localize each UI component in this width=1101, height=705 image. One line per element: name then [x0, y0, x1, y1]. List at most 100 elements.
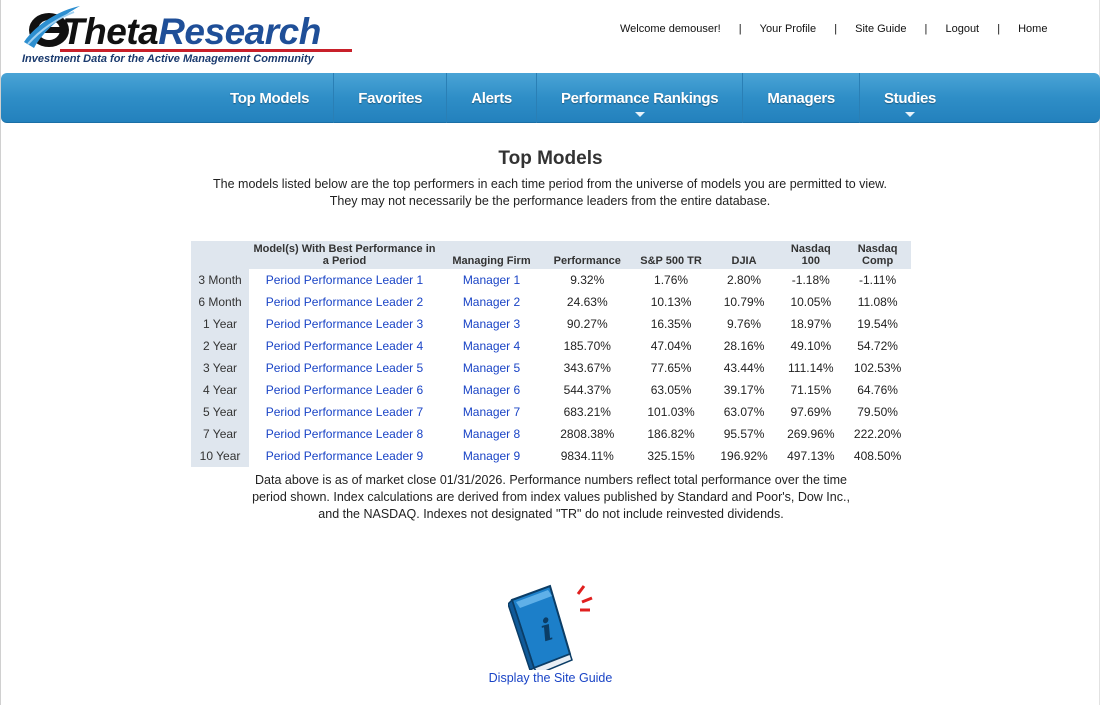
firm-cell: Manager 1 [440, 269, 543, 291]
model-cell: Period Performance Leader 3 [249, 313, 440, 335]
table-row: 3 Month Period Performance Leader 1 Manage… [191, 269, 911, 291]
manager-link[interactable]: Manager 4 [463, 339, 520, 353]
table-row: 10 Year Period Performance Leader 9 Manage… [191, 445, 911, 467]
sp500-cell: 186.82% [647, 427, 695, 441]
sp500-column-header: S&P 500 TR [631, 241, 711, 269]
logo-text-research: Research [158, 11, 321, 52]
disclaimer-line: and the NASDAQ. Indexes not designated "… [318, 507, 784, 521]
model-cell: Period Performance Leader 9 [249, 445, 440, 467]
info-book-icon[interactable]: i [508, 580, 598, 670]
djia-cell: 28.16% [723, 339, 765, 353]
logo-tagline: Investment Data for the Active Managemen… [22, 53, 314, 65]
model-link[interactable]: Period Performance Leader 6 [266, 383, 423, 397]
intro-line: The models listed below are the top perf… [213, 177, 887, 191]
nav-item-label: Managers [767, 89, 835, 107]
top-models-table: Model(s) With Best Performance in a Peri… [191, 241, 911, 467]
djia-cell: 9.76% [727, 317, 762, 331]
manager-link[interactable]: Manager 3 [463, 317, 520, 331]
firm-cell: Manager 7 [440, 401, 543, 423]
model-link[interactable]: Period Performance Leader 9 [266, 449, 423, 463]
manager-link[interactable]: Manager 8 [463, 427, 520, 441]
main-nav-bar: Top Models Favorites Alerts Performance … [1, 73, 1100, 123]
site-guide-link[interactable]: Site Guide [855, 23, 906, 35]
performance-column-header: Performance [543, 241, 632, 269]
your-profile-link[interactable]: Your Profile [760, 23, 816, 35]
nav-item-alerts[interactable]: Alerts [447, 73, 537, 123]
table-row: 4 Year Period Performance Leader 6 Manager… [191, 379, 911, 401]
firm-cell: Manager 8 [440, 423, 543, 445]
nasdaq100-cell: -1.18% [791, 273, 830, 287]
model-cell: Period Performance Leader 2 [249, 291, 440, 313]
firm-cell: Manager 2 [440, 291, 543, 313]
period-cell: 3 Year [191, 357, 250, 379]
nasdaq100-column-header: Nasdaq 100 [777, 241, 845, 269]
home-link[interactable]: Home [1018, 23, 1047, 35]
nav-item-performance-rankings[interactable]: Performance Rankings [537, 73, 744, 123]
logo-wordmark: ThetaResearch [62, 12, 321, 52]
nav-item-label: Top Models [230, 89, 310, 107]
logout-link[interactable]: Logout [945, 23, 979, 35]
model-link[interactable]: Period Performance Leader 1 [266, 273, 423, 287]
nav-item-label: Favorites [358, 89, 423, 107]
nav-item-top-models[interactable]: Top Models [206, 73, 335, 123]
model-link[interactable]: Period Performance Leader 3 [266, 317, 423, 331]
logo-text-theta: Theta [62, 11, 159, 52]
sp500-cell: 325.15% [647, 449, 695, 463]
nasdaq100-cell: 10.05% [790, 295, 832, 309]
manager-link[interactable]: Manager 9 [463, 449, 520, 463]
logo-underline [60, 49, 352, 52]
model-cell: Period Performance Leader 8 [249, 423, 440, 445]
nav-item-managers[interactable]: Managers [743, 73, 860, 123]
performance-cell: 185.70% [563, 339, 611, 353]
manager-link[interactable]: Manager 5 [463, 361, 520, 375]
nav-separator: | [924, 23, 928, 35]
model-link[interactable]: Period Performance Leader 4 [266, 339, 423, 353]
nasdaqcomp-cell: 408.50% [853, 449, 902, 463]
nasdaq100-cell: 497.13% [787, 449, 835, 463]
nasdaqcomp-cell: 222.20% [853, 427, 902, 441]
nasdaq100-cell: 269.96% [787, 427, 835, 441]
nav-item-label: Performance Rankings [560, 89, 719, 107]
disclaimer-line: Data above is as of market close 01/31/2… [255, 473, 847, 487]
sp500-cell: 101.03% [647, 405, 695, 419]
model-link[interactable]: Period Performance Leader 5 [266, 361, 423, 375]
manager-link[interactable]: Manager 2 [463, 295, 520, 309]
firm-cell: Manager 4 [440, 335, 543, 357]
period-cell: 2 Year [191, 335, 250, 357]
sp500-cell: 63.05% [650, 383, 692, 397]
period-cell: 5 Year [191, 401, 250, 423]
manager-link[interactable]: Manager 7 [463, 405, 520, 419]
model-link[interactable]: Period Performance Leader 7 [266, 405, 423, 419]
table-header-row: Model(s) With Best Performance in a Peri… [191, 241, 911, 269]
page-intro: The models listed below are the top perf… [150, 176, 950, 210]
model-cell: Period Performance Leader 6 [249, 379, 440, 401]
model-column-header: Model(s) With Best Performance in a Peri… [249, 241, 440, 269]
nasdaqcomp-cell: 64.76% [857, 383, 898, 397]
performance-cell: 24.63% [566, 295, 608, 309]
nav-item-favorites[interactable]: Favorites [334, 73, 448, 123]
djia-column-header: DJIA [710, 241, 778, 269]
model-link[interactable]: Period Performance Leader 8 [266, 427, 423, 441]
firm-cell: Manager 9 [440, 445, 543, 467]
nasdaq100-cell: 111.14% [788, 361, 834, 375]
sp500-cell: 1.76% [654, 273, 689, 287]
period-cell: 7 Year [191, 423, 250, 445]
period-column-header [191, 241, 250, 269]
nasdaq100-cell: 97.69% [790, 405, 832, 419]
nasdaqcomp-cell: 54.72% [857, 339, 898, 353]
model-link[interactable]: Period Performance Leader 2 [266, 295, 423, 309]
period-cell: 3 Month [191, 269, 250, 291]
site-logo[interactable]: ThetaResearch Investment Data for the Ac… [22, 4, 362, 68]
performance-cell: 2808.38% [560, 427, 615, 441]
caret-down-icon [905, 112, 915, 117]
djia-cell: 10.79% [723, 295, 765, 309]
manager-link[interactable]: Manager 6 [463, 383, 520, 397]
display-site-guide-link[interactable]: Display the Site Guide [0, 671, 1101, 685]
nasdaqcomp-column-header: Nasdaq Comp [844, 241, 911, 269]
period-cell: 10 Year [191, 445, 250, 467]
period-cell: 6 Month [191, 291, 250, 313]
manager-link[interactable]: Manager 1 [463, 273, 520, 287]
nav-item-studies[interactable]: Studies [860, 73, 960, 123]
performance-cell: 9834.11% [560, 449, 614, 463]
nasdaq100-cell: 71.15% [790, 383, 832, 397]
